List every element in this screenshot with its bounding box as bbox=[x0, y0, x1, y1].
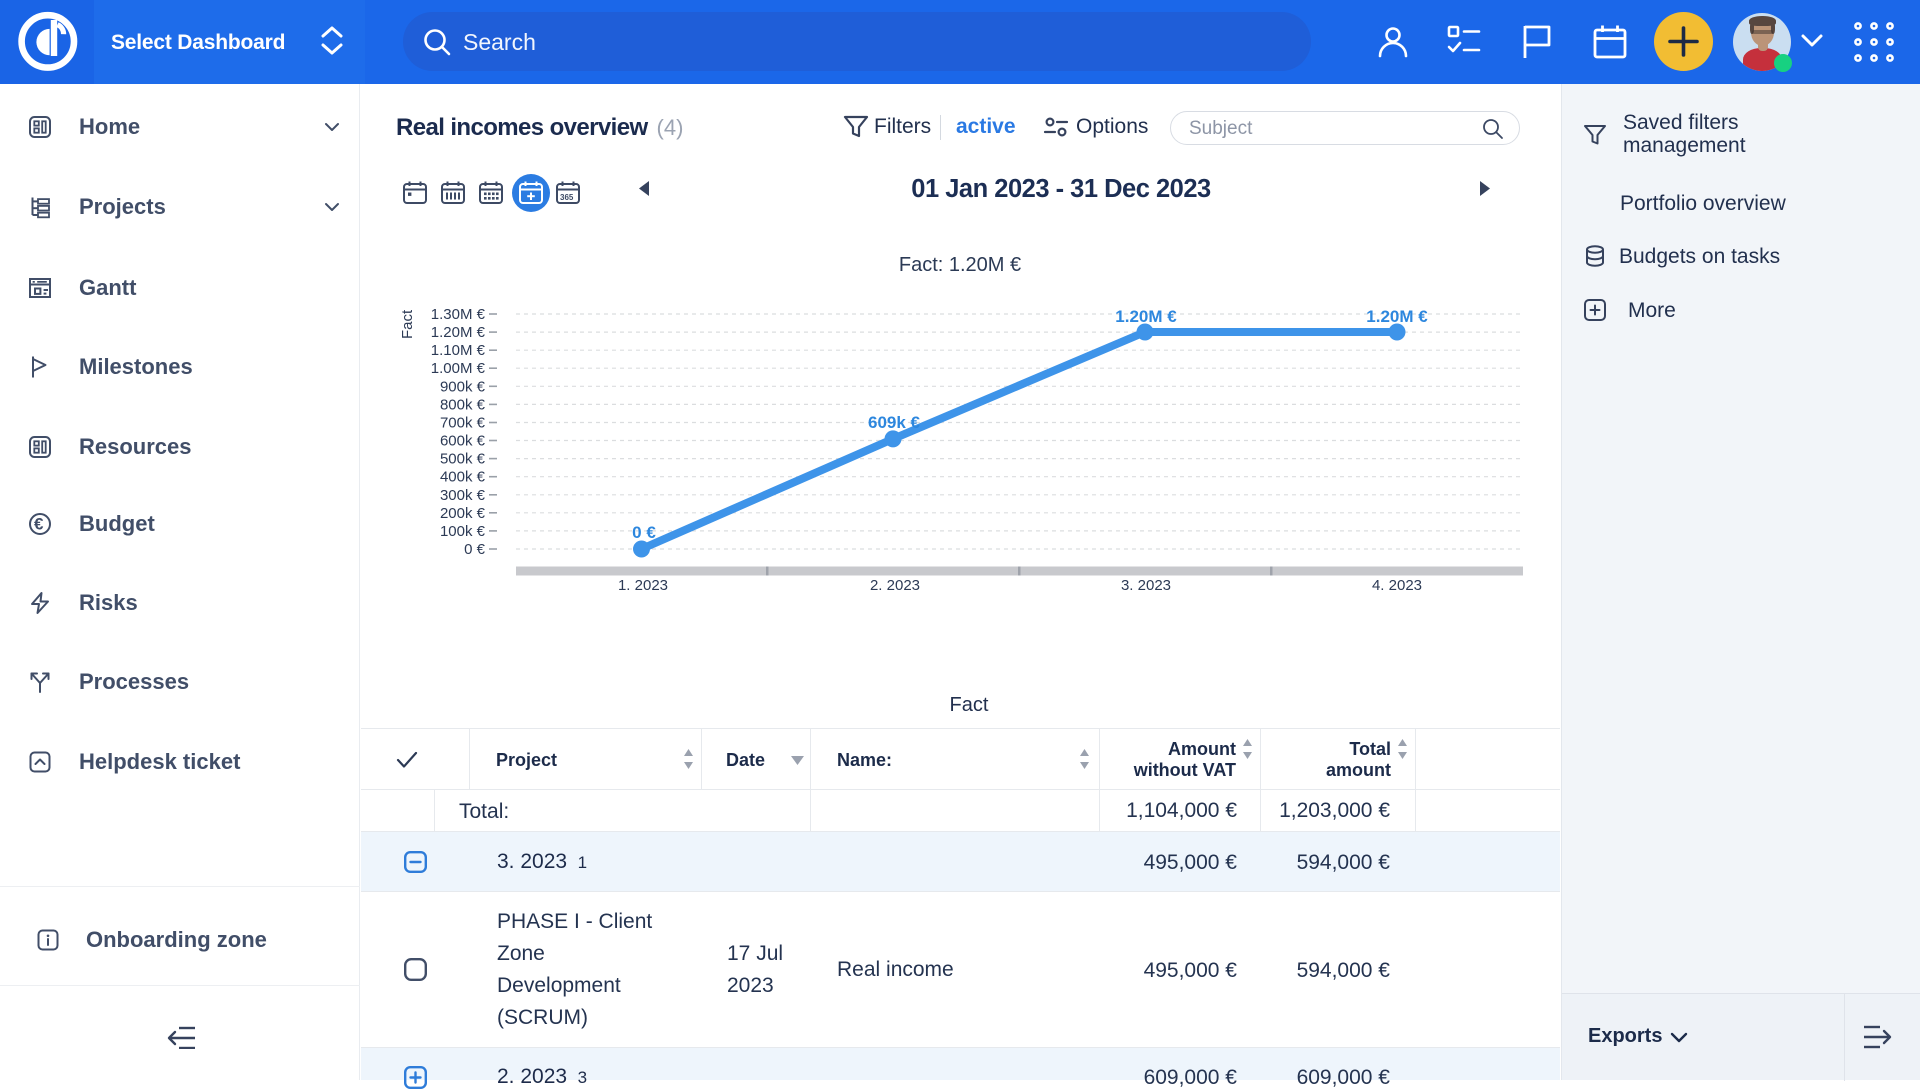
svg-text:1.00M €: 1.00M € bbox=[431, 360, 486, 377]
svg-text:4. 2023: 4. 2023 bbox=[1372, 577, 1422, 594]
svg-text:2. 2023: 2. 2023 bbox=[870, 577, 920, 594]
svg-text:100k €: 100k € bbox=[440, 523, 486, 540]
svg-text:300k €: 300k € bbox=[440, 487, 486, 504]
svg-text:800k €: 800k € bbox=[440, 396, 486, 413]
svg-text:609k €: 609k € bbox=[868, 413, 921, 432]
svg-text:400k €: 400k € bbox=[440, 469, 486, 486]
svg-text:500k €: 500k € bbox=[440, 451, 486, 468]
svg-text:1.30M €: 1.30M € bbox=[431, 306, 486, 323]
svg-text:€: € bbox=[34, 515, 44, 534]
svg-text:600k €: 600k € bbox=[440, 433, 486, 450]
svg-text:0 €: 0 € bbox=[464, 541, 486, 558]
svg-text:1.20M €: 1.20M € bbox=[1366, 307, 1428, 326]
svg-text:200k €: 200k € bbox=[440, 505, 486, 522]
svg-text:1.20M €: 1.20M € bbox=[1115, 307, 1177, 326]
svg-text:700k €: 700k € bbox=[440, 415, 486, 432]
svg-text:3. 2023: 3. 2023 bbox=[1121, 577, 1171, 594]
svg-text:900k €: 900k € bbox=[440, 378, 486, 395]
svg-text:0 €: 0 € bbox=[632, 523, 656, 542]
svg-text:1.20M €: 1.20M € bbox=[431, 324, 486, 341]
svg-text:1. 2023: 1. 2023 bbox=[618, 577, 668, 594]
svg-text:365: 365 bbox=[560, 193, 574, 202]
svg-text:1.10M €: 1.10M € bbox=[431, 342, 486, 359]
